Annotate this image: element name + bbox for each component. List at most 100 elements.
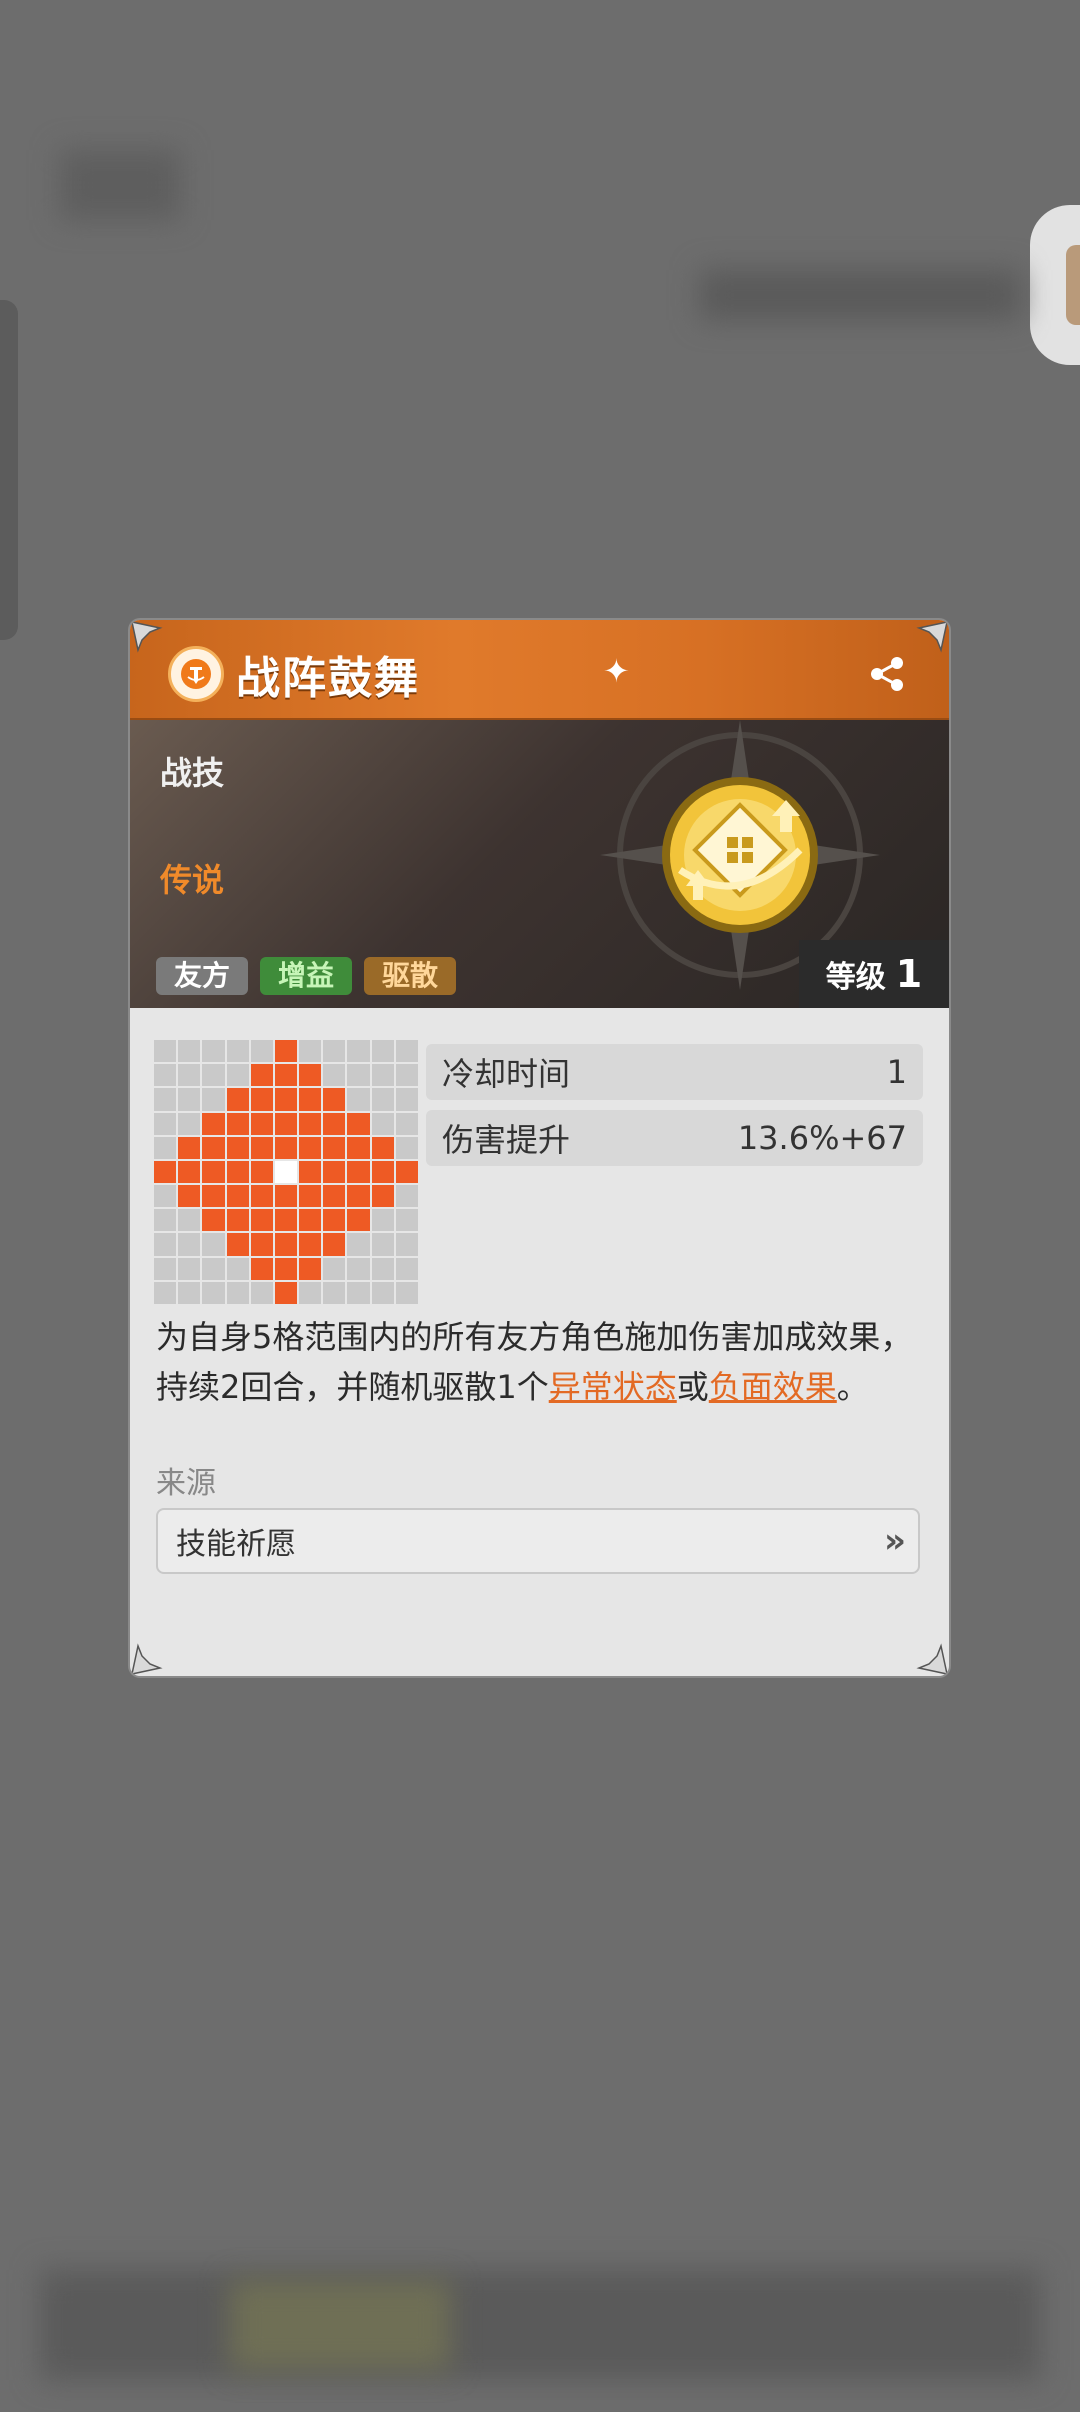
level-value: 1: [895, 952, 923, 996]
range-cell-active: [299, 1209, 322, 1232]
range-cell-inactive: [299, 1281, 322, 1304]
range-cell-inactive: [154, 1136, 177, 1159]
corner-ornament-icon: [916, 1643, 948, 1675]
range-cell-inactive: [371, 1233, 394, 1256]
range-cell-inactive: [154, 1209, 177, 1232]
range-cell-active: [178, 1160, 201, 1184]
range-cell-inactive: [202, 1281, 225, 1304]
range-cell-inactive: [371, 1257, 394, 1280]
status-abnormal-link[interactable]: 异常状态: [549, 1368, 677, 1406]
range-cell-inactive: [371, 1281, 394, 1304]
range-cell-active: [274, 1233, 298, 1256]
tag-buff: 增益: [260, 957, 353, 995]
negative-effect-link[interactable]: 负面效果: [709, 1368, 837, 1406]
range-cell-active: [274, 1064, 298, 1087]
stat-row-damage-boost: 伤害提升 13.6%+67: [426, 1110, 923, 1166]
range-cell-active: [250, 1160, 273, 1184]
range-cell-active: [154, 1160, 177, 1184]
range-cell-inactive: [323, 1281, 346, 1304]
range-cell-active: [250, 1088, 273, 1111]
skill-category-icon: [168, 646, 224, 702]
range-cell-inactive: [347, 1233, 370, 1256]
range-cell-inactive: [202, 1233, 225, 1256]
range-cell-inactive: [226, 1257, 249, 1280]
stat-label: 伤害提升: [442, 1121, 571, 1159]
range-cell-active: [347, 1209, 370, 1232]
range-cell-inactive: [178, 1209, 201, 1232]
background-left-tab: [0, 300, 18, 640]
skill-detail-card: 战阵鼓舞 ✦ 战技 传说 友方 增益 驱散 等级 1 冷却时间 1 伤害提升 1…: [130, 620, 949, 1676]
stat-value: 1: [886, 1053, 907, 1091]
range-cell-active: [274, 1257, 298, 1280]
skill-type: 战技: [160, 754, 225, 792]
range-cell-active: [371, 1185, 394, 1208]
range-cell-active: [250, 1209, 273, 1232]
range-cell-inactive: [154, 1112, 177, 1135]
range-cell-inactive: [371, 1112, 394, 1135]
range-cell-inactive: [178, 1064, 201, 1087]
range-cell-inactive: [226, 1040, 249, 1063]
range-cell-active: [299, 1257, 322, 1280]
background-right-tab-thumbnail: [1066, 245, 1080, 325]
range-cell-inactive: [202, 1040, 225, 1063]
background-blur-shape: [60, 150, 180, 220]
description-text: 或: [676, 1368, 709, 1406]
range-cell-inactive: [178, 1040, 201, 1063]
range-cell-active: [323, 1209, 346, 1232]
range-cell-inactive: [178, 1112, 201, 1135]
skill-hero-panel: 战技 传说 友方 增益 驱散 等级 1: [130, 720, 949, 1008]
range-cell-active: [226, 1209, 249, 1232]
range-cell-inactive: [371, 1064, 394, 1087]
range-cell-inactive: [154, 1233, 177, 1256]
range-cell-inactive: [154, 1281, 177, 1304]
background-blur-shape: [230, 2280, 450, 2370]
range-cell-active: [274, 1088, 298, 1111]
range-cell-active: [347, 1136, 370, 1159]
range-cell-inactive: [154, 1185, 177, 1208]
range-cell-inactive: [347, 1064, 370, 1087]
range-cell-active: [274, 1185, 298, 1208]
range-cell-inactive: [395, 1088, 418, 1111]
range-cell-active: [274, 1209, 298, 1232]
description-line-2: 持续2回合，并随机驱散1个异常状态或负面效果。: [156, 1362, 926, 1412]
range-cell-active: [323, 1136, 346, 1159]
range-cell-inactive: [347, 1088, 370, 1111]
range-cell-active: [226, 1233, 249, 1256]
description-line-1: 为自身5格范围内的所有友方角色施加伤害加成效果，: [156, 1318, 913, 1356]
range-cell-inactive: [226, 1281, 249, 1304]
range-cell-inactive: [154, 1064, 177, 1087]
range-cell-active: [226, 1088, 249, 1111]
range-cell-active: [299, 1160, 322, 1184]
background-blur-shape: [700, 270, 1020, 320]
range-cell-inactive: [347, 1257, 370, 1280]
stat-row-cooldown: 冷却时间 1: [426, 1044, 923, 1100]
range-cell-active: [274, 1281, 298, 1304]
range-cell-inactive: [395, 1064, 418, 1087]
range-cell-inactive: [347, 1281, 370, 1304]
range-cell-active: [299, 1185, 322, 1208]
range-cell-inactive: [395, 1257, 418, 1280]
source-label: 来源: [156, 1466, 216, 1501]
range-cell-inactive: [250, 1281, 273, 1304]
source-item-label: 技能祈愿: [176, 1527, 296, 1562]
range-cell-active: [250, 1064, 273, 1087]
range-cell-inactive: [202, 1088, 225, 1111]
range-cell-active: [323, 1112, 346, 1135]
range-cell-active: [299, 1088, 322, 1111]
corner-ornament-icon: [916, 621, 948, 653]
description-text: 持续2回合，并随机驱散1个: [156, 1368, 549, 1406]
range-cell-active: [371, 1136, 394, 1159]
range-cell-inactive: [395, 1209, 418, 1232]
corner-ornament-icon: [131, 1643, 163, 1675]
share-icon[interactable]: [867, 654, 907, 694]
range-cell-inactive: [178, 1281, 201, 1304]
range-cell-active: [299, 1233, 322, 1256]
skill-title: 战阵鼓舞: [236, 653, 420, 704]
range-cell-active: [323, 1185, 346, 1208]
range-cell-active: [226, 1112, 249, 1135]
source-item-button[interactable]: 技能祈愿 ››: [156, 1508, 920, 1574]
range-cell-active: [274, 1136, 298, 1159]
range-cell-active: [347, 1112, 370, 1135]
range-cell-active: [323, 1160, 346, 1184]
range-cell-active: [323, 1233, 346, 1256]
